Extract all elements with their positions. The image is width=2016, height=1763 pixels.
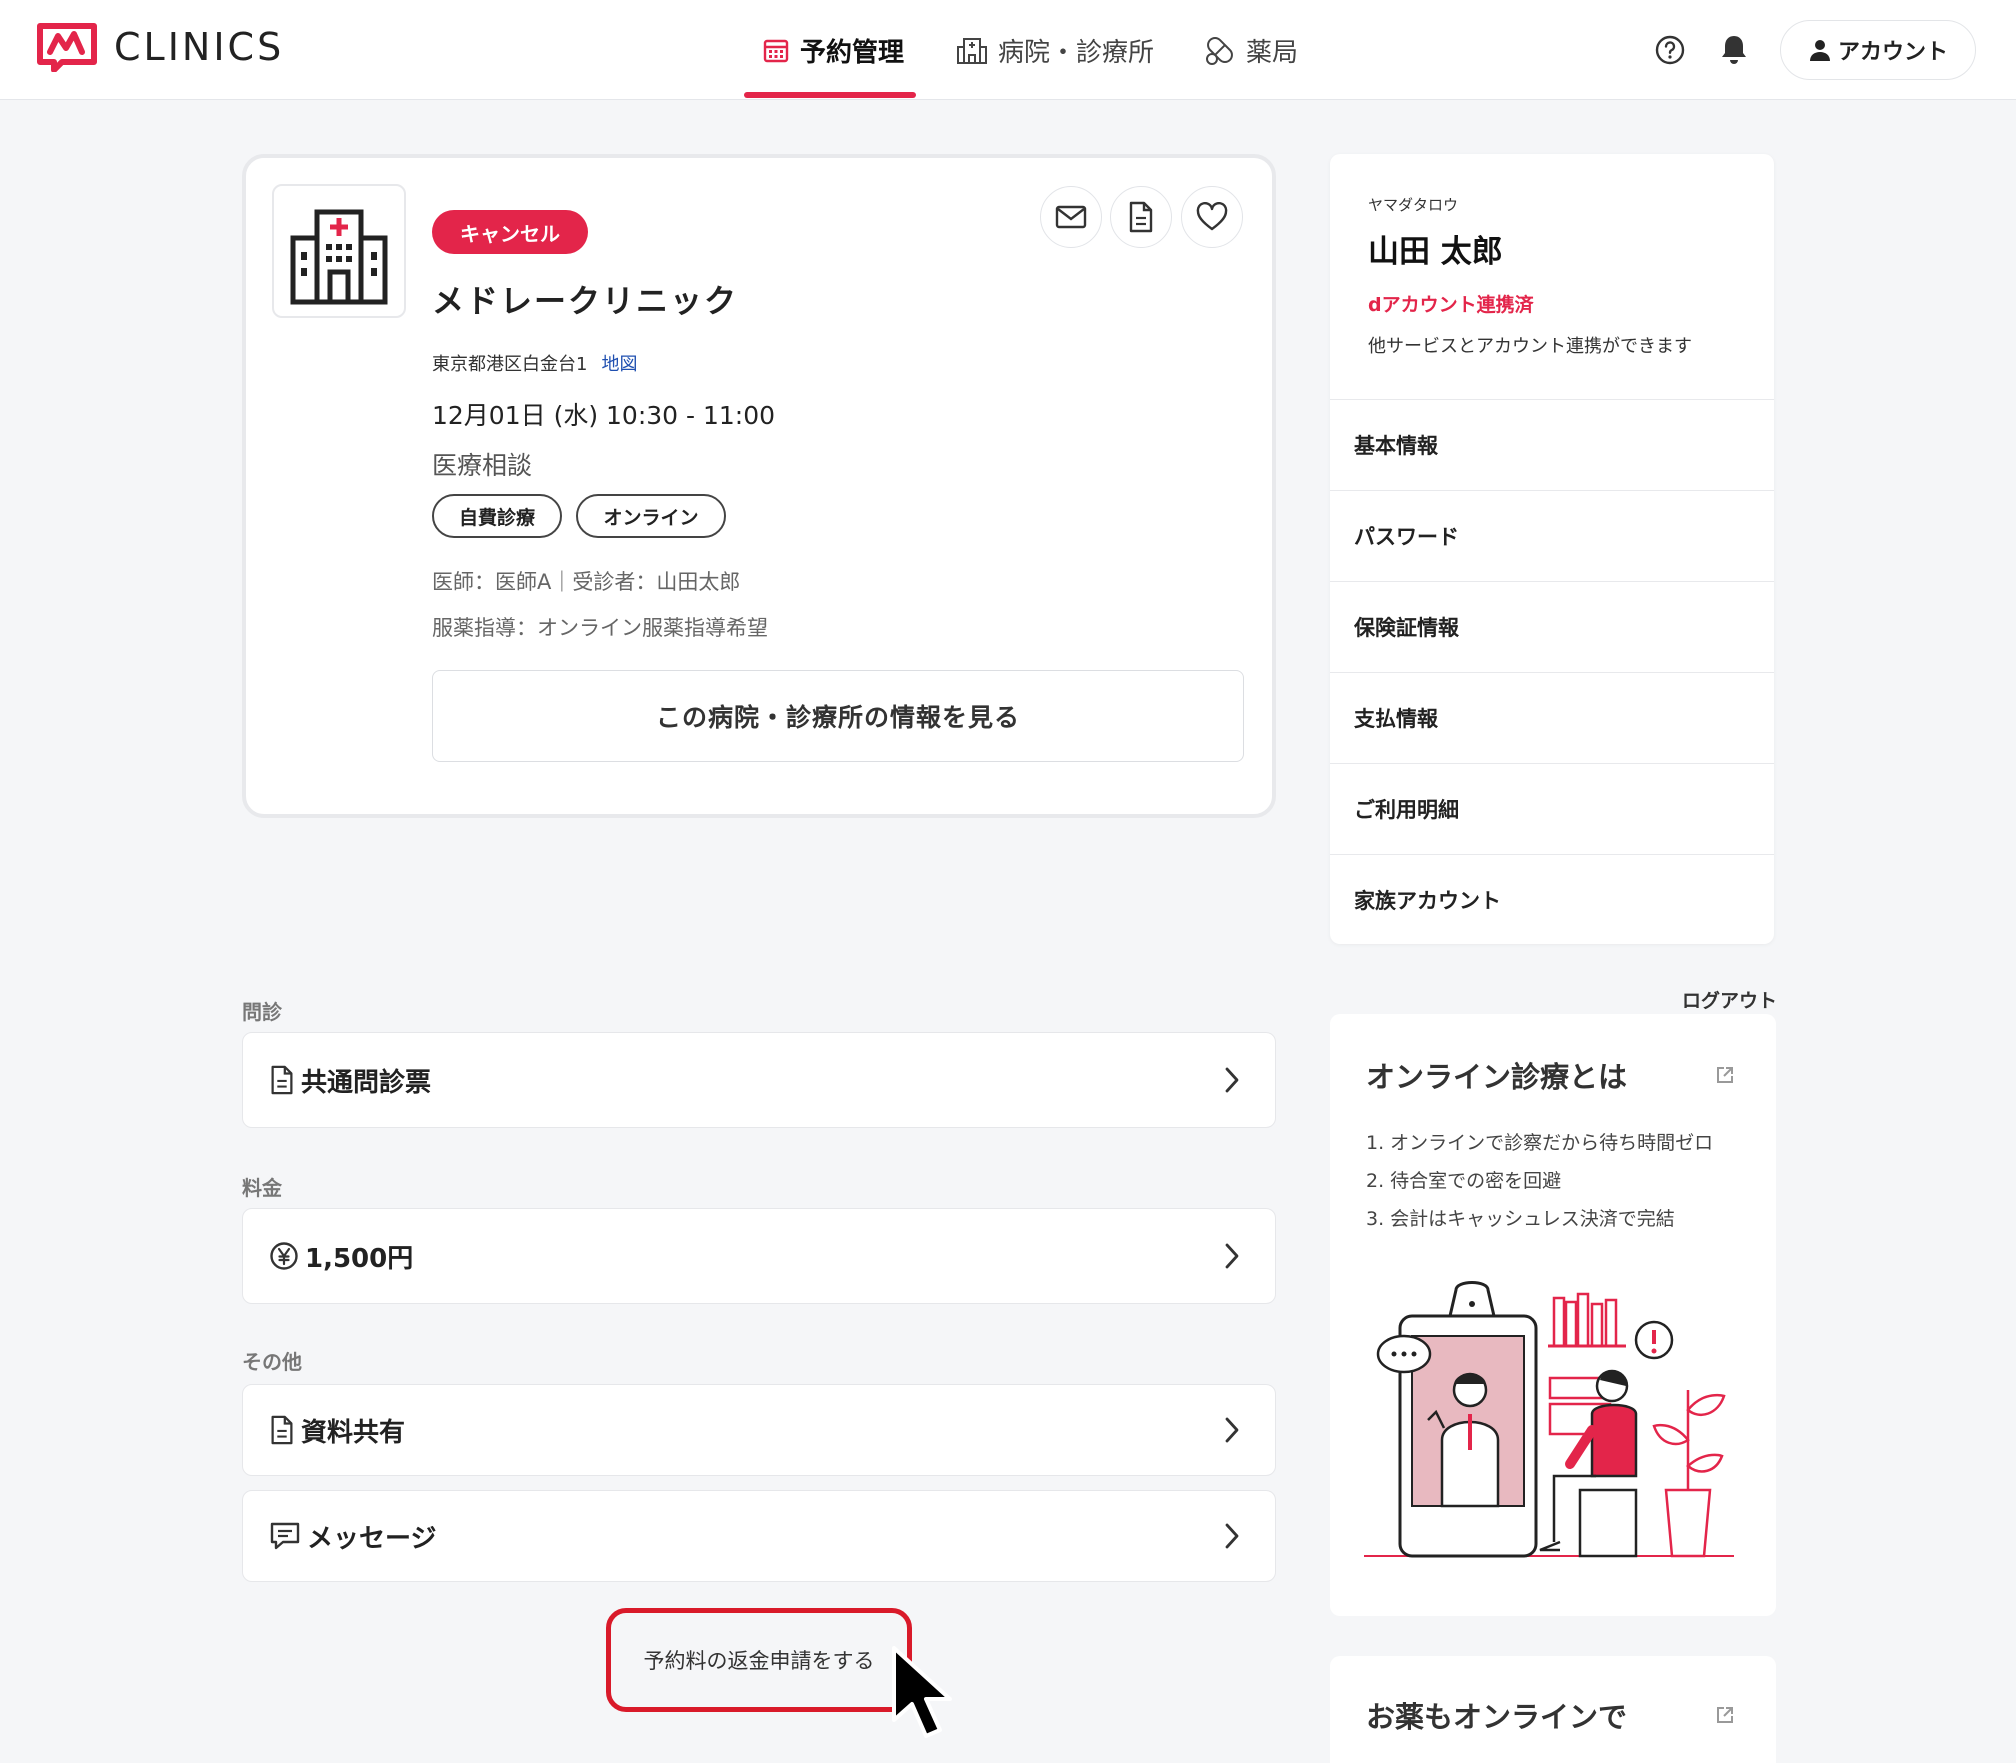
account-label: アカウント <box>1837 40 1948 65</box>
document-icon <box>271 1065 293 1095</box>
pharmacy-line: 服薬指導：オンライン服薬指導希望 <box>432 616 768 640</box>
nav-active-indicator <box>744 92 916 98</box>
chevron-right-icon <box>1225 1523 1239 1549</box>
nav-hospitals[interactable]: 病院・診療所 <box>956 28 1154 72</box>
calendar-icon <box>763 39 789 63</box>
map-link[interactable]: 地図 <box>601 350 637 376</box>
consult-type: 医療相談 <box>432 451 533 480</box>
online-point-1: 1. オンラインで診察だから待ち時間ゼロ <box>1366 1132 1714 1154</box>
document-button[interactable] <box>1110 186 1172 248</box>
document-icon <box>1129 201 1153 233</box>
refund-request-link[interactable]: 予約料の返金申請をする <box>606 1608 912 1712</box>
document-share-row[interactable]: 資料共有 <box>242 1384 1276 1476</box>
logo-text: CLINICS <box>114 25 285 69</box>
fee-amount: 1,500円 <box>305 1243 414 1274</box>
online-point-3: 3. 会計はキャッシュレス決済で完結 <box>1366 1208 1675 1230</box>
chevron-right-icon <box>1225 1243 1239 1269</box>
menu-family-account[interactable]: 家族アカウント <box>1330 854 1774 945</box>
message-row[interactable]: メッセージ <box>242 1490 1276 1582</box>
logout-link[interactable]: ログアウト <box>1682 986 1777 1013</box>
menu-payment[interactable]: 支払情報 <box>1330 672 1774 763</box>
online-consult-illustration <box>1364 1281 1734 1558</box>
clinic-name: メドレークリニック <box>432 282 739 320</box>
pill-icon <box>1206 37 1233 65</box>
fee-row[interactable]: 1,500円 <box>242 1208 1276 1304</box>
online-card-title: オンライン診療とは <box>1366 1060 1628 1094</box>
online-medicine-title: お薬もオンラインで <box>1366 1700 1628 1734</box>
reservation-datetime: 12月01日 (水) 10:30 - 11:00 <box>432 401 776 430</box>
clinic-image <box>272 184 406 318</box>
nav-label: 病院・診療所 <box>998 37 1155 68</box>
online-point-2: 2. 待合室での密を回避 <box>1366 1170 1562 1192</box>
d-account-link[interactable]: dアカウント連携済 <box>1368 290 1534 317</box>
mail-icon <box>1055 205 1087 229</box>
menu-usage-history[interactable]: ご利用明細 <box>1330 763 1774 854</box>
bell-icon[interactable] <box>1714 30 1754 70</box>
status-badge: キャンセル <box>432 210 588 254</box>
row-label: 資料共有 <box>301 1417 406 1448</box>
nav-label: 薬局 <box>1246 37 1299 68</box>
heart-icon <box>1196 202 1228 231</box>
favorite-button[interactable] <box>1181 186 1243 248</box>
section-label-questionnaire: 問診 <box>242 1000 282 1024</box>
hospital-icon <box>957 38 987 64</box>
help-icon[interactable] <box>1650 30 1690 70</box>
doctor-line: 医師：医師A｜受診者：山田太郎 <box>432 570 741 594</box>
mail-button[interactable] <box>1040 186 1102 248</box>
chevron-right-icon <box>1225 1417 1239 1443</box>
tag-self-pay: 自費診療 <box>432 494 562 538</box>
clinics-logo-icon <box>37 23 97 72</box>
row-label: 共通問診票 <box>301 1067 432 1098</box>
chevron-right-icon <box>1225 1067 1239 1093</box>
profile-kana: ヤマダタロウ <box>1368 196 1459 214</box>
section-label-fee: 料金 <box>242 1176 282 1200</box>
view-clinic-button[interactable]: この病院・診療所の情報を見る <box>432 670 1244 762</box>
message-icon <box>270 1522 300 1550</box>
user-icon <box>1809 40 1830 61</box>
address-text: 東京都港区白金台1 <box>432 354 588 375</box>
building-icon <box>290 209 388 305</box>
profile-name: 山田 太郎 <box>1368 234 1503 270</box>
nav-pharmacy[interactable]: 薬局 <box>1204 28 1298 72</box>
account-button[interactable]: アカウント <box>1780 20 1976 80</box>
nav-label: 予約管理 <box>800 37 905 68</box>
yen-icon <box>270 1242 298 1270</box>
row-label: メッセージ <box>307 1523 437 1554</box>
clinic-address: 東京都港区白金台1 地図 <box>432 350 637 376</box>
clinics-logo[interactable]: CLINICS <box>36 22 284 72</box>
document-icon <box>271 1415 293 1445</box>
menu-password[interactable]: パスワード <box>1330 490 1774 581</box>
menu-insurance[interactable]: 保険証情報 <box>1330 581 1774 672</box>
menu-basic-info[interactable]: 基本情報 <box>1330 399 1774 490</box>
questionnaire-row[interactable]: 共通問診票 <box>242 1032 1276 1128</box>
section-label-other: その他 <box>242 1350 302 1374</box>
external-link-icon <box>1717 1067 1733 1083</box>
mouse-cursor-icon <box>892 1646 952 1738</box>
tag-online: オンライン <box>576 494 726 538</box>
nav-reservations[interactable]: 予約管理 <box>762 28 904 72</box>
d-account-desc: 他サービスとアカウント連携ができます <box>1368 336 1692 357</box>
external-link-icon <box>1717 1707 1733 1723</box>
